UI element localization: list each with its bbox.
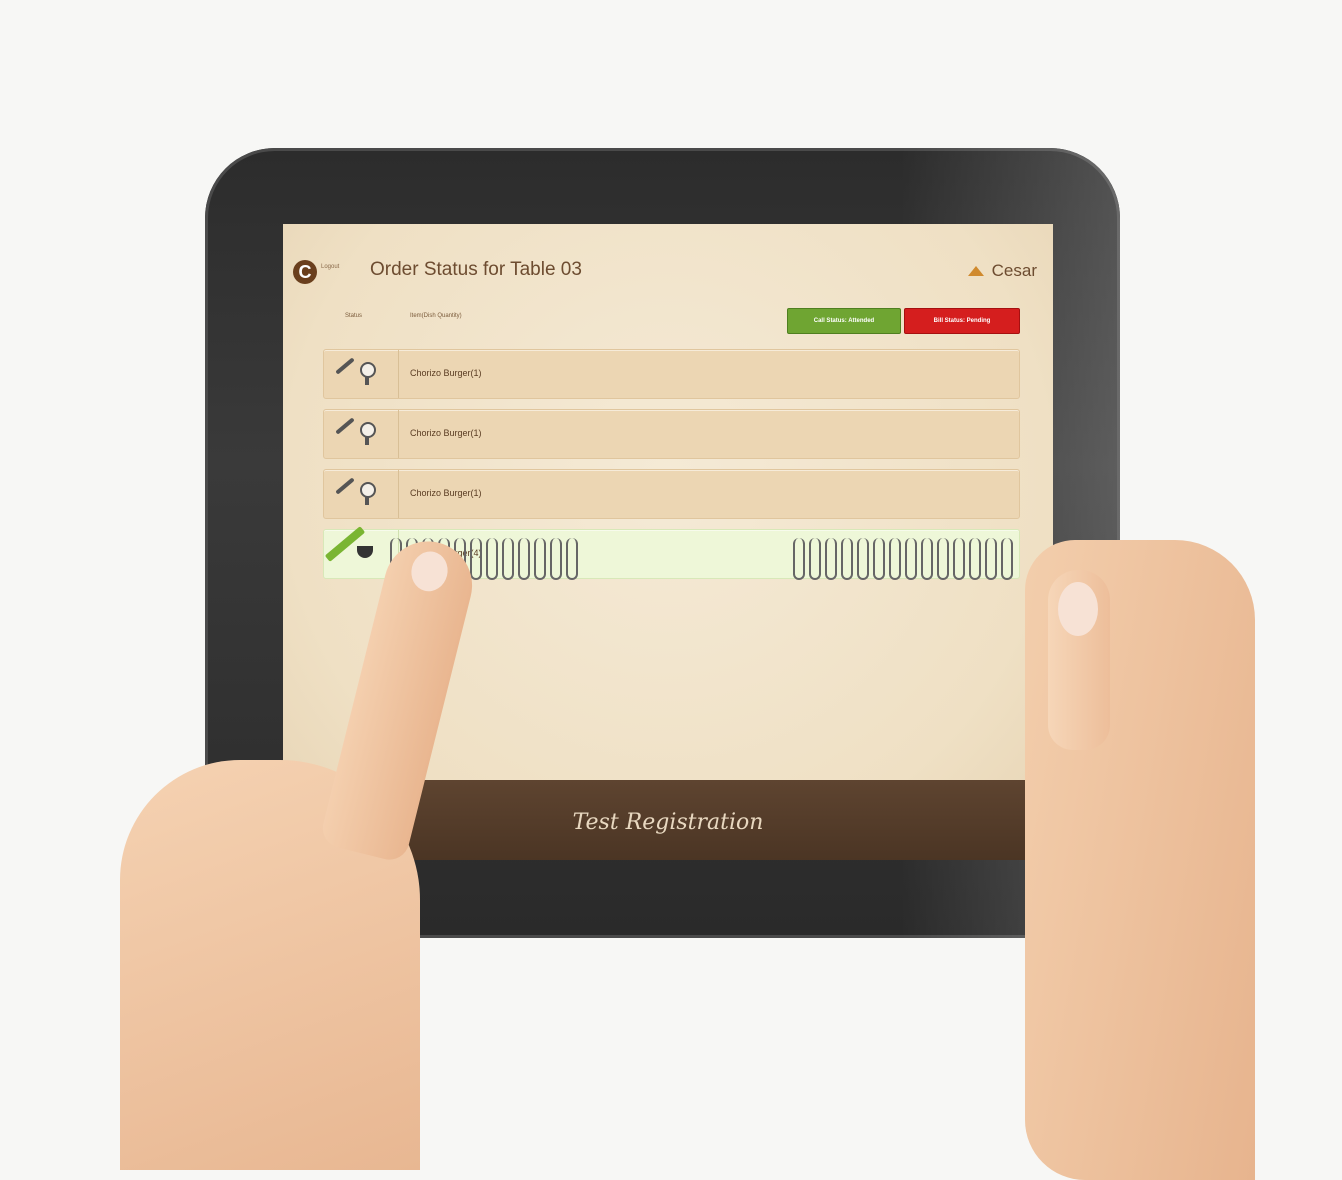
right-thumb: [1048, 570, 1110, 750]
row-divider: [398, 410, 399, 458]
order-row[interactable]: Chorizo Burger(1): [323, 409, 1020, 459]
order-row[interactable]: Chorizo Burger(1): [323, 349, 1020, 399]
served-ribbon-icon: [324, 526, 366, 562]
order-row[interactable]: Chorizo Burger(1): [323, 469, 1020, 519]
bowl-icon: [357, 546, 373, 558]
row-divider: [398, 350, 399, 398]
bell-icon: [967, 266, 984, 276]
logout-link[interactable]: Logout: [321, 264, 339, 270]
thumbnail: [1058, 582, 1098, 636]
fingernail: [407, 547, 452, 596]
column-header-item: Item(Dish Quantity): [410, 313, 462, 319]
order-item-label: Chorizo Burger(1): [410, 488, 482, 498]
order-item-label: Chorizo Burger(1): [410, 368, 482, 378]
brand-logo: C: [293, 260, 317, 284]
row-divider: [398, 470, 399, 518]
chef-icon: [360, 362, 376, 385]
page-title: Order Status for Table 03: [370, 259, 582, 280]
user-menu[interactable]: Cesar: [967, 261, 1037, 281]
pencil-icon: [335, 357, 355, 375]
bill-status-button[interactable]: Bill Status: Pending: [904, 308, 1020, 334]
chef-icon: [360, 482, 376, 505]
spiral-binding-right: [793, 538, 1013, 582]
order-item-label: Chorizo Burger(1): [410, 428, 482, 438]
pencil-icon: [335, 477, 355, 495]
user-name: Cesar: [991, 261, 1037, 280]
chef-icon: [360, 422, 376, 445]
column-header-status: Status: [345, 313, 363, 319]
call-status-button[interactable]: Call Status: Attended: [787, 308, 901, 334]
pencil-icon: [335, 417, 355, 435]
